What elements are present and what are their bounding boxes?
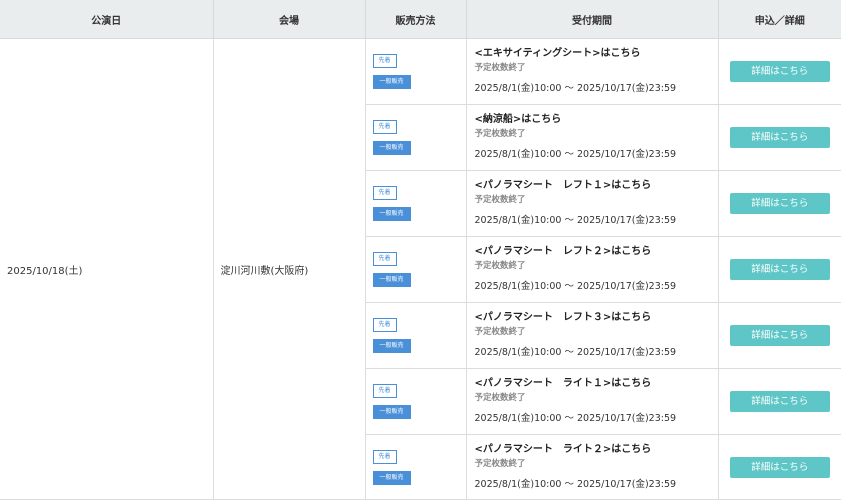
performance-date: 2025/10/18(土): [0, 38, 214, 500]
sale-dates: 2025/8/1(金)10:00 ～ 2025/10/17(金)23:59: [474, 478, 677, 490]
details-button[interactable]: 詳細はこちら: [729, 391, 830, 412]
general-sale-badge: 一般販売: [372, 273, 411, 287]
details-button[interactable]: 詳細はこちら: [729, 193, 830, 214]
details-button[interactable]: 詳細はこちら: [729, 259, 830, 280]
sale-title: <パノラマシート ライト２>はこちら: [474, 443, 652, 455]
sale-method: 先着 一般販売: [365, 236, 467, 303]
sale-method: 先着 一般販売: [365, 170, 467, 237]
sale-row: 2025/10/18(土) 淀川河川敷(大阪府) 先着 一般販売 <エキサイティ…: [0, 38, 841, 500]
first-come-badge: 先着: [372, 318, 397, 332]
header-method: 販売方法: [365, 0, 467, 39]
header-venue: 会場: [213, 0, 366, 39]
first-come-badge: 先着: [372, 186, 397, 200]
sale-status: 予定枚数終了: [474, 327, 526, 337]
apply-cell: 詳細はこちら: [718, 236, 841, 303]
header-period: 受付期間: [466, 0, 719, 39]
sale-method: 先着 一般販売: [365, 104, 467, 171]
sale-status: 予定枚数終了: [474, 195, 526, 205]
sale-title: <パノラマシート レフト３>はこちら: [474, 312, 652, 323]
sale-status: 予定枚数終了: [474, 261, 526, 271]
general-sale-badge: 一般販売: [372, 405, 411, 419]
apply-cell: 詳細はこちら: [718, 434, 841, 500]
sale-period: <パノラマシート ライト２>はこちら 予定枚数終了 2025/8/1(金)10:…: [466, 434, 719, 500]
sale-title: <パノラマシート レフト２>はこちら: [474, 246, 652, 257]
apply-cell: 詳細はこちら: [718, 302, 841, 369]
sale-method: 先着 一般販売: [365, 38, 467, 105]
header-apply: 申込／詳細: [718, 0, 841, 39]
sale-period: <パノラマシート ライト１>はこちら 予定枚数終了 2025/8/1(金)10:…: [466, 368, 719, 435]
sale-period: <パノラマシート レフト２>はこちら 予定枚数終了 2025/8/1(金)10:…: [466, 236, 719, 303]
sale-method: 先着 一般販売: [365, 302, 467, 369]
sale-status: 予定枚数終了: [474, 458, 526, 469]
first-come-badge: 先着: [372, 384, 397, 398]
sale-title: <パノラマシート ライト１>はこちら: [474, 378, 652, 389]
sale-period: <パノラマシート レフト１>はこちら 予定枚数終了 2025/8/1(金)10:…: [466, 170, 719, 237]
sale-dates: 2025/8/1(金)10:00 ～ 2025/10/17(金)23:59: [474, 281, 677, 292]
sale-dates: 2025/8/1(金)10:00 ～ 2025/10/17(金)23:59: [474, 413, 677, 424]
sale-period: <パノラマシート レフト３>はこちら 予定枚数終了 2025/8/1(金)10:…: [466, 302, 719, 369]
sale-status: 予定枚数終了: [474, 129, 526, 139]
details-button[interactable]: 詳細はこちら: [729, 127, 830, 148]
apply-cell: 詳細はこちら: [718, 170, 841, 237]
general-sale-badge: 一般販売: [372, 470, 411, 485]
sale-method: 先着 一般販売: [365, 368, 467, 435]
details-button[interactable]: 詳細はこちら: [729, 456, 830, 478]
sale-period: <エキサイティングシート>はこちら 予定枚数終了 2025/8/1(金)10:0…: [466, 38, 719, 105]
general-sale-badge: 一般販売: [372, 141, 411, 155]
sale-period: <納涼船>はこちら 予定枚数終了 2025/8/1(金)10:00 ～ 2025…: [466, 104, 719, 171]
sale-status: 予定枚数終了: [474, 393, 526, 403]
sale-title: <納涼船>はこちら: [474, 114, 562, 125]
venue-name: 淀川河川敷(大阪府): [213, 38, 366, 500]
apply-cell: 詳細はこちら: [718, 368, 841, 435]
general-sale-badge: 一般販売: [372, 339, 411, 353]
sale-dates: 2025/8/1(金)10:00 ～ 2025/10/17(金)23:59: [474, 83, 677, 94]
apply-cell: 詳細はこちら: [718, 38, 841, 105]
apply-cell: 詳細はこちら: [718, 104, 841, 171]
ticket-sales-table: 公演日 会場 販売方法 受付期間 申込／詳細 2025/10/18(土) 淀川河…: [0, 0, 841, 500]
sale-method: 先着 一般販売: [365, 434, 467, 500]
details-button[interactable]: 詳細はこちら: [729, 325, 830, 346]
sale-title: <エキサイティングシート>はこちら: [474, 48, 641, 59]
sale-dates: 2025/8/1(金)10:00 ～ 2025/10/17(金)23:59: [474, 149, 677, 160]
first-come-badge: 先着: [372, 120, 397, 134]
sale-title: <パノラマシート レフト１>はこちら: [474, 180, 652, 191]
first-come-badge: 先着: [372, 449, 397, 464]
header-date: 公演日: [0, 0, 214, 39]
table-header: 公演日 会場 販売方法 受付期間 申込／詳細: [0, 0, 841, 39]
sale-status: 予定枚数終了: [474, 63, 526, 73]
sale-dates: 2025/8/1(金)10:00 ～ 2025/10/17(金)23:59: [474, 347, 677, 358]
general-sale-badge: 一般販売: [372, 207, 411, 221]
sale-dates: 2025/8/1(金)10:00 ～ 2025/10/17(金)23:59: [474, 215, 677, 226]
first-come-badge: 先着: [372, 252, 397, 266]
general-sale-badge: 一般販売: [372, 75, 411, 89]
first-come-badge: 先着: [372, 54, 397, 68]
details-button[interactable]: 詳細はこちら: [729, 61, 830, 82]
